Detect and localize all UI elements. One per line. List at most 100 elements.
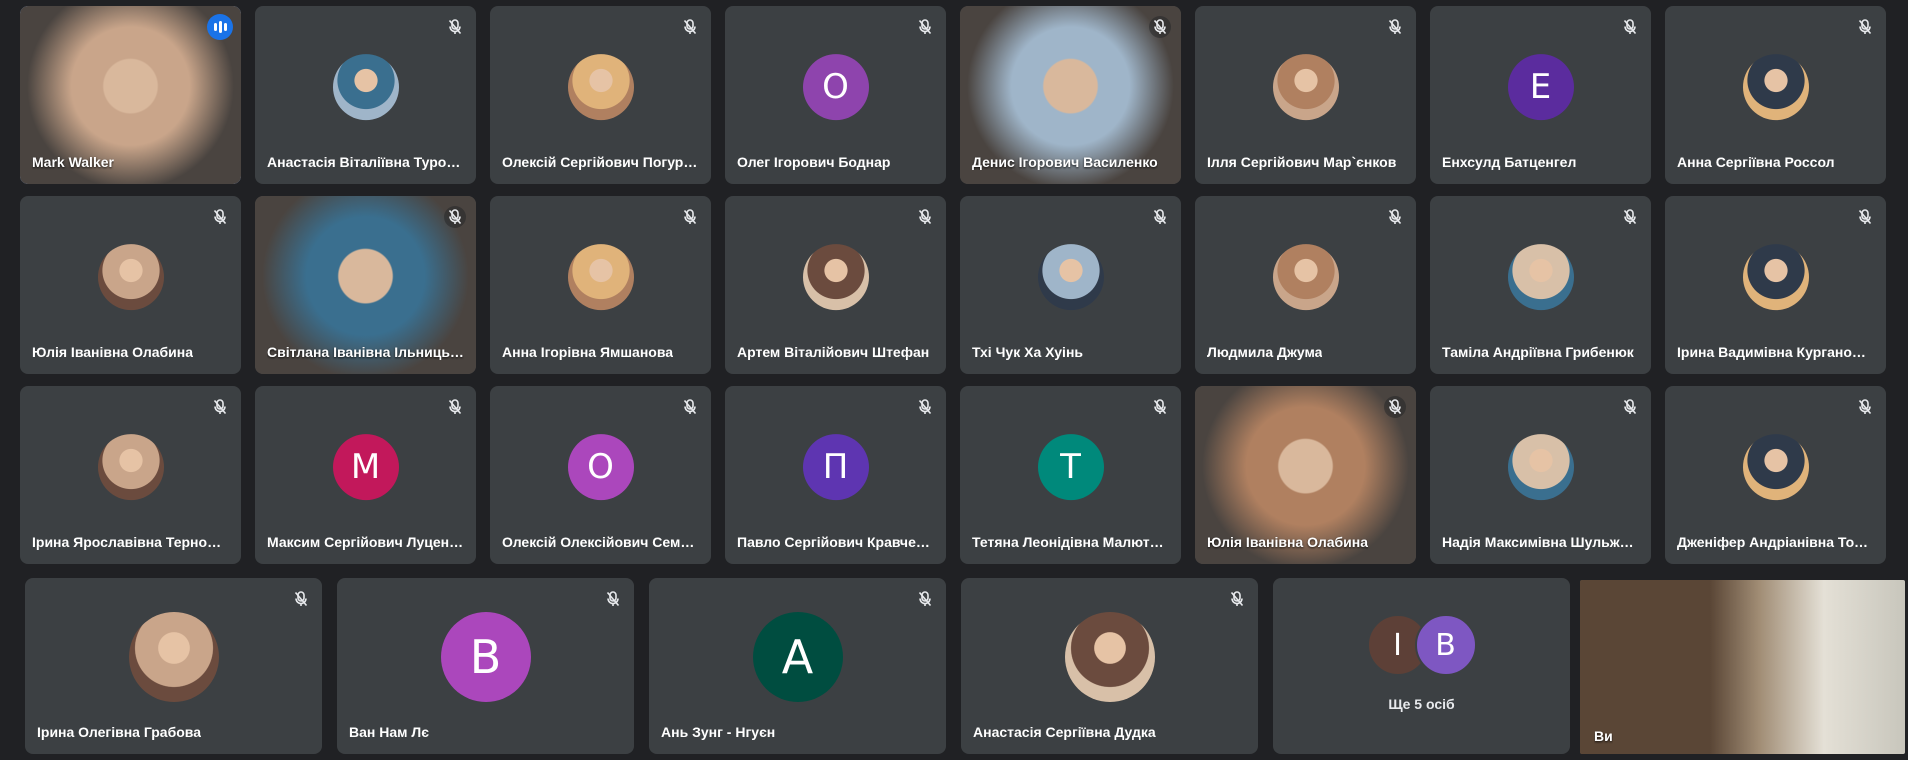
participant-tile[interactable]: Т Тетяна Леонідівна Малюте…	[960, 386, 1181, 564]
self-video	[1580, 580, 1905, 754]
self-name: Ви	[1594, 728, 1613, 744]
mic-off-icon	[1149, 16, 1171, 38]
participant-name: Ірина Ярославівна Тернове…	[32, 534, 229, 550]
mic-off-icon	[1619, 16, 1641, 38]
avatar	[567, 54, 634, 121]
participant-tile[interactable]: В Ван Нам Лє	[337, 578, 634, 754]
mic-off-icon	[679, 206, 701, 228]
participant-name: Mark Walker	[32, 154, 114, 170]
participant-name: Ірина Олегівна Грабова	[37, 724, 201, 740]
more-avatars: ІВ	[1366, 614, 1477, 676]
avatar	[128, 612, 219, 702]
avatar: В	[440, 612, 531, 702]
mic-off-icon	[1149, 396, 1171, 418]
mic-off-icon	[914, 396, 936, 418]
participant-name: Анастасія Віталіївна Туров…	[267, 154, 464, 170]
avatar	[1064, 612, 1155, 702]
participant-tile[interactable]: Таміла Андріївна Грибенюк	[1430, 196, 1651, 374]
participant-tile[interactable]: О Олексій Олексійович Семе…	[490, 386, 711, 564]
participant-tile[interactable]: Анна Ігорівна Ямшанова	[490, 196, 711, 374]
avatar	[332, 54, 399, 121]
avatar: М	[332, 434, 399, 501]
participant-name: Артем Віталійович Штефан	[737, 344, 930, 360]
participant-tile[interactable]: Анастасія Сергіївна Дудка	[961, 578, 1258, 754]
mic-off-icon	[602, 588, 624, 610]
avatar	[1742, 54, 1809, 121]
participant-name: Ван Нам Лє	[349, 724, 429, 740]
avatar: П	[802, 434, 869, 501]
participant-name: Павло Сергійович Кравчен…	[737, 534, 934, 550]
mic-off-icon	[1854, 16, 1876, 38]
avatar: Е	[1507, 54, 1574, 121]
avatar	[1742, 434, 1809, 501]
mic-off-icon	[1854, 396, 1876, 418]
avatar	[1507, 244, 1574, 311]
avatar	[97, 434, 164, 501]
avatar	[1507, 434, 1574, 501]
participant-tile[interactable]: Ірина Вадимівна Курганов…	[1665, 196, 1886, 374]
participant-tile[interactable]: Е Енхсулд Батценгел	[1430, 6, 1651, 184]
avatar	[97, 244, 164, 311]
participant-tile[interactable]: Юлія Іванівна Олабина	[20, 196, 241, 374]
avatar	[1742, 244, 1809, 311]
participant-tile[interactable]: Анна Сергіївна Россол	[1665, 6, 1886, 184]
participant-name: Ань Зунг - Нгуєн	[661, 724, 776, 740]
participant-grid: Mark Walker Анастасія Віталіївна Туров… Ол…	[0, 0, 1908, 760]
avatar: О	[567, 434, 634, 501]
participant-name: Ілля Сергійович Мар`єнков	[1207, 154, 1397, 170]
participant-tile[interactable]: Mark Walker	[20, 6, 241, 184]
mic-off-icon	[914, 588, 936, 610]
avatar: A	[752, 612, 843, 702]
more-participants-tile[interactable]: І В Ще 5 осіб	[1273, 578, 1570, 754]
avatar	[1272, 244, 1339, 311]
mic-off-icon	[1384, 206, 1406, 228]
participant-name: Анна Сергіївна Россол	[1677, 154, 1835, 170]
participant-name: Олексій Сергійович Погур…	[502, 154, 698, 170]
avatar: О	[802, 54, 869, 121]
participant-tile[interactable]: Артем Віталійович Штефан	[725, 196, 946, 374]
mic-off-icon	[1619, 206, 1641, 228]
mic-off-icon	[1854, 206, 1876, 228]
mic-off-icon	[1149, 206, 1171, 228]
participant-tile[interactable]: Тхі Чук Ха Хуінь	[960, 196, 1181, 374]
self-view-tile[interactable]: Ви	[1580, 580, 1905, 754]
participant-name: Анастасія Сергіївна Дудка	[973, 724, 1156, 740]
avatar	[1037, 244, 1104, 311]
participant-tile[interactable]: Ірина Олегівна Грабова	[25, 578, 322, 754]
avatar	[802, 244, 869, 311]
participant-name: Надія Максимівна Шульжи…	[1442, 534, 1639, 550]
mic-off-icon	[1384, 16, 1406, 38]
mic-off-icon	[1226, 588, 1248, 610]
participant-name: Ірина Вадимівна Курганов…	[1677, 344, 1874, 360]
mic-off-icon	[1619, 396, 1641, 418]
participant-tile[interactable]: П Павло Сергійович Кравчен…	[725, 386, 946, 564]
participant-name: Юлія Іванівна Олабина	[32, 344, 193, 360]
avatar	[1272, 54, 1339, 121]
participant-tile[interactable]: A Ань Зунг - Нгуєн	[649, 578, 946, 754]
mic-off-icon	[444, 16, 466, 38]
participant-tile[interactable]: Ірина Ярославівна Тернове…	[20, 386, 241, 564]
participant-tile[interactable]: Надія Максимівна Шульжи…	[1430, 386, 1651, 564]
participant-tile[interactable]: О Олег Ігорович Боднар	[725, 6, 946, 184]
participant-tile[interactable]: М Максим Сергійович Луценко	[255, 386, 476, 564]
participant-tile[interactable]: Юлія Іванівна Олабина	[1195, 386, 1416, 564]
participant-name: Тхі Чук Ха Хуінь	[972, 344, 1084, 360]
participant-name: Денис Ігорович Василенко	[972, 154, 1158, 170]
participant-tile[interactable]: Олексій Сергійович Погур…	[490, 6, 711, 184]
participant-tile[interactable]: Людмила Джума	[1195, 196, 1416, 374]
mic-off-icon	[444, 396, 466, 418]
more-participants-label: Ще 5 осіб	[1388, 696, 1455, 712]
participant-tile[interactable]: Анастасія Віталіївна Туров…	[255, 6, 476, 184]
mic-off-icon	[914, 206, 936, 228]
avatar: Т	[1037, 434, 1104, 501]
participant-tile[interactable]: Денис Ігорович Василенко	[960, 6, 1181, 184]
participant-name: Енхсулд Батценгел	[1442, 154, 1577, 170]
audio-level-icon	[207, 14, 233, 40]
participant-name: Таміла Андріївна Грибенюк	[1442, 344, 1634, 360]
participant-name: Світлана Іванівна Ільниць…	[267, 344, 464, 360]
participant-tile[interactable]: Ілля Сергійович Мар`єнков	[1195, 6, 1416, 184]
participant-tile[interactable]: Дженіфер Андріанівна Тод…	[1665, 386, 1886, 564]
participant-name: Людмила Джума	[1207, 344, 1323, 360]
participant-name: Тетяна Леонідівна Малюте…	[972, 534, 1169, 550]
participant-tile[interactable]: Світлана Іванівна Ільниць…	[255, 196, 476, 374]
